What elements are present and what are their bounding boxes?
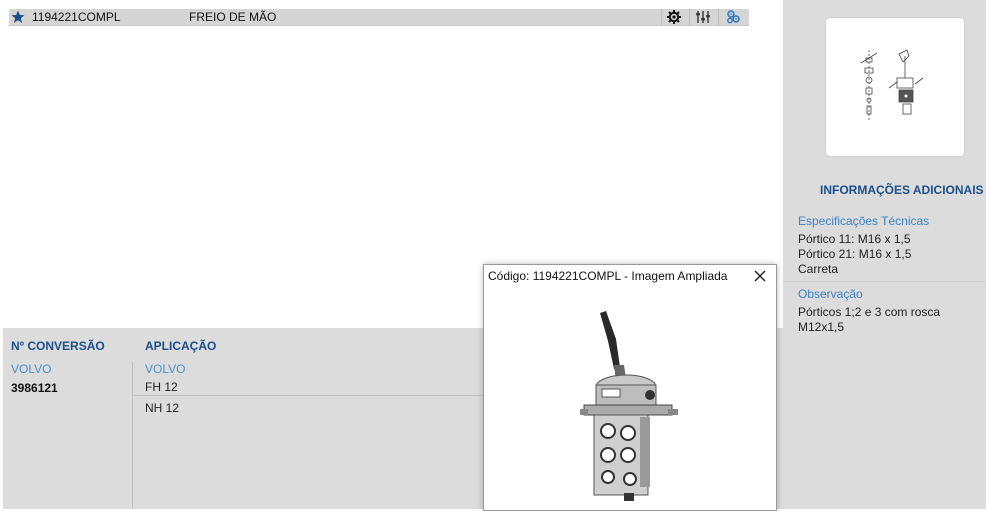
- additional-info-title: INFORMAÇÕES ADICIONAIS: [820, 183, 984, 197]
- application-item: FH 12: [145, 380, 178, 394]
- application-brand: VOLVO: [145, 362, 186, 376]
- conversion-heading: Nº CONVERSÃO: [11, 339, 105, 353]
- product-description: FREIO DE MÃO: [189, 10, 277, 24]
- spec-line: Carreta: [798, 262, 839, 276]
- spec-line: Pórtico 21: M16 x 1,5: [798, 247, 912, 261]
- divider: [689, 9, 690, 25]
- hand-brake-valve-image: [580, 311, 678, 501]
- column-divider: [132, 362, 133, 509]
- observation-heading: Observação: [798, 287, 863, 301]
- product-thumbnail[interactable]: [826, 18, 964, 156]
- conversion-number: 3986121: [11, 381, 58, 395]
- product-code: 1194221COMPL: [32, 10, 121, 24]
- spec-line: Pórtico 11: M16 x 1,5: [798, 232, 911, 246]
- observation-line: M12x1,5: [798, 320, 845, 334]
- gear-icon[interactable]: [666, 9, 682, 25]
- dialog-title: Código: 1194221COMPL - Imagem Ampliada: [488, 269, 728, 283]
- row-divider: [133, 395, 488, 396]
- technical-specs: Especificações Técnicas Pórtico 11: M16 …: [798, 214, 983, 277]
- close-icon[interactable]: [753, 269, 767, 283]
- star-icon[interactable]: [11, 10, 25, 24]
- observation: Observação Pórticos 1;2 e 3 com rosca M1…: [798, 287, 978, 335]
- divider: [718, 9, 719, 25]
- application-heading: APLICAÇÃO: [145, 339, 217, 353]
- exploded-diagram-image: [860, 49, 924, 120]
- gears-cluster-icon[interactable]: [725, 9, 741, 25]
- sidebar: INFORMAÇÕES ADICIONAIS Especificações Té…: [783, 0, 986, 509]
- divider: [661, 9, 662, 25]
- observation-line: Pórticos 1;2 e 3 com rosca: [798, 305, 941, 319]
- technical-specs-heading: Especificações Técnicas: [798, 214, 930, 228]
- application-item: NH 12: [145, 401, 180, 415]
- divider: [783, 281, 986, 282]
- settings-sliders-icon[interactable]: [695, 9, 711, 25]
- enlarged-image-dialog: Código: 1194221COMPL - Imagem Ampliada: [483, 264, 777, 511]
- product-row[interactable]: 1194221COMPL FREIO DE MÃO: [9, 9, 749, 26]
- conversion-brand: VOLVO: [11, 362, 52, 376]
